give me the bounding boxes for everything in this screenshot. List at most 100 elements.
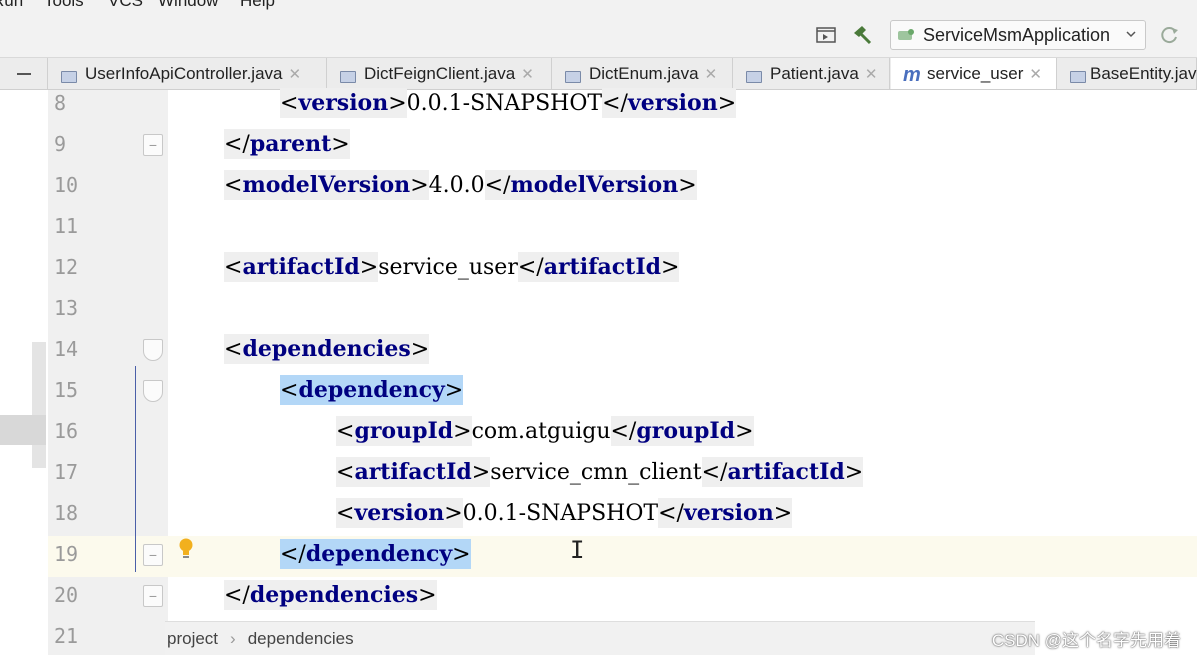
xml-close-tag: </modelVersion> bbox=[484, 170, 697, 200]
xml-tag-name: version bbox=[354, 500, 445, 526]
xml-element: <version>0.0.1-SNAPSHOT</version> bbox=[280, 88, 737, 118]
xml-open-tag: <version> bbox=[336, 498, 463, 528]
xml-close-tag: </dependencies> bbox=[224, 580, 437, 610]
code-line[interactable]: 14 <dependencies> bbox=[48, 331, 1197, 372]
code-line[interactable]: 20 − </dependencies> bbox=[48, 577, 1197, 618]
tool-window-button[interactable] bbox=[0, 415, 46, 445]
line-number: 10 bbox=[54, 173, 79, 197]
xml-tag-name: dependencies bbox=[249, 582, 419, 608]
xml-tag-name: modelVersion bbox=[242, 172, 411, 198]
menu-run[interactable]: Run bbox=[0, 0, 23, 11]
xml-open-tag: <version> bbox=[280, 88, 407, 118]
xml-close-tag: </version> bbox=[658, 498, 793, 528]
xml-tag-name: artifactId bbox=[543, 254, 662, 280]
tab-label: service_user bbox=[927, 64, 1024, 83]
java-class-icon bbox=[1070, 65, 1086, 83]
xml-close-tag: </artifactId> bbox=[517, 252, 680, 282]
lightbulb-icon[interactable] bbox=[177, 537, 195, 561]
xml-tag-name: dependencies bbox=[242, 336, 411, 362]
java-class-icon bbox=[340, 65, 360, 83]
fold-end-icon[interactable]: − bbox=[143, 585, 163, 607]
maven-icon: m bbox=[903, 64, 921, 86]
tab-label: UserInfoApiController.java bbox=[85, 63, 283, 83]
xml-value: service_cmn_client bbox=[490, 460, 702, 485]
line-number: 12 bbox=[54, 255, 79, 279]
code-line[interactable]: 15 <dependency> bbox=[48, 372, 1197, 413]
xml-element: <version>0.0.1-SNAPSHOT</version> bbox=[336, 498, 793, 528]
xml-open-tag: <dependencies> bbox=[224, 334, 430, 364]
close-icon[interactable]: ✕ bbox=[521, 65, 534, 83]
line-number: 19 bbox=[54, 542, 79, 566]
xml-element: <artifactId>service_cmn_client</artifact… bbox=[336, 457, 864, 487]
breadcrumb-separator-icon: › bbox=[230, 628, 236, 648]
xml-element: <artifactId>service_user</artifactId> bbox=[224, 252, 680, 282]
code-line[interactable]: 11 bbox=[48, 208, 1197, 249]
xml-tag-name: dependency bbox=[298, 377, 445, 403]
tab-label: Patient.java bbox=[770, 63, 859, 83]
line-number: 11 bbox=[54, 214, 79, 238]
code-line[interactable]: 10 <modelVersion>4.0.0</modelVersion> bbox=[48, 167, 1197, 208]
code-line[interactable]: 12 <artifactId>service_user</artifactId> bbox=[48, 249, 1197, 290]
close-icon[interactable]: ✕ bbox=[1029, 65, 1042, 83]
chevron-down-icon bbox=[1125, 25, 1137, 46]
line-number: 13 bbox=[54, 296, 79, 320]
run-config-label: ServiceMsmApplication bbox=[923, 24, 1111, 45]
xml-element: <groupId>com.atguigu</groupId> bbox=[336, 416, 754, 446]
minimize-icon[interactable] bbox=[0, 58, 48, 89]
code-line[interactable]: 13 bbox=[48, 290, 1197, 331]
hammer-icon[interactable] bbox=[850, 23, 874, 47]
code-line[interactable]: 19 − </dependency> bbox=[48, 536, 1197, 577]
fold-collapse-icon[interactable] bbox=[143, 380, 163, 402]
menu-tools[interactable]: Tools bbox=[44, 0, 84, 11]
tab-label: DictEnum.java bbox=[589, 63, 699, 83]
xml-value: service_user bbox=[378, 255, 518, 280]
xml-tag-name: artifactId bbox=[354, 459, 472, 485]
breadcrumb-project[interactable]: project bbox=[167, 629, 218, 649]
toolbar: ServiceMsmApplication bbox=[0, 12, 1197, 58]
java-class-icon bbox=[746, 65, 766, 83]
fold-collapse-icon[interactable] bbox=[143, 339, 163, 361]
xml-tag-name: modelVersion bbox=[510, 172, 679, 198]
text-cursor-icon: I bbox=[570, 536, 585, 564]
line-number: 20 bbox=[54, 583, 79, 607]
xml-close-tag: </groupId> bbox=[610, 416, 754, 446]
run-window-icon[interactable] bbox=[814, 23, 838, 47]
run-configuration-select[interactable]: ServiceMsmApplication bbox=[890, 20, 1146, 50]
line-number: 18 bbox=[54, 501, 79, 525]
fold-end-icon[interactable]: − bbox=[143, 544, 163, 566]
xml-open-tag: <modelVersion> bbox=[224, 170, 429, 200]
menu-window[interactable]: Window bbox=[158, 0, 218, 11]
code-line[interactable]: 9 − </parent> bbox=[48, 126, 1197, 167]
java-class-icon bbox=[565, 65, 585, 83]
line-number: 16 bbox=[54, 419, 79, 443]
close-icon[interactable]: ✕ bbox=[705, 65, 718, 83]
breadcrumb-dependencies[interactable]: dependencies bbox=[248, 629, 354, 649]
line-number: 15 bbox=[54, 378, 79, 402]
code-line[interactable]: 8 <version>0.0.1-SNAPSHOT</version> bbox=[48, 85, 1197, 126]
xml-value: 0.0.1-SNAPSHOT bbox=[406, 91, 603, 116]
xml-tag-name: version bbox=[683, 500, 774, 526]
xml-element: <modelVersion>4.0.0</modelVersion> bbox=[224, 170, 697, 200]
close-icon[interactable]: ✕ bbox=[865, 65, 878, 83]
xml-close-tag: </artifactId> bbox=[701, 457, 864, 487]
xml-value: com.atguigu bbox=[471, 419, 611, 444]
vcs-update-icon[interactable] bbox=[1158, 23, 1182, 47]
fold-end-icon[interactable]: − bbox=[143, 134, 163, 156]
xml-tag-name: artifactId bbox=[727, 459, 845, 485]
xml-tag-name: groupId bbox=[636, 418, 736, 444]
menu-vcs[interactable]: VCS bbox=[108, 0, 143, 11]
code-editor[interactable]: 8 <version>0.0.1-SNAPSHOT</version> 9− </pa… bbox=[0, 88, 1197, 655]
xml-open-tag: <artifactId> bbox=[224, 252, 379, 282]
xml-close-tag: </dependency> bbox=[280, 539, 471, 569]
menu-help[interactable]: Help bbox=[240, 0, 275, 11]
code-line[interactable]: 17 <artifactId>service_cmn_client</artifa… bbox=[48, 454, 1197, 495]
tab-label: DictFeignClient.java bbox=[364, 63, 516, 83]
breadcrumb: project › dependencies bbox=[165, 621, 1035, 655]
xml-value: 0.0.1-SNAPSHOT bbox=[462, 501, 659, 526]
code-line[interactable]: 16 <groupId>com.atguigu</groupId> bbox=[48, 413, 1197, 454]
xml-close-tag: </parent> bbox=[224, 129, 350, 159]
close-icon[interactable]: ✕ bbox=[288, 65, 301, 83]
code-line[interactable]: 18 <version>0.0.1-SNAPSHOT</version> bbox=[48, 495, 1197, 536]
indent-guide bbox=[135, 366, 136, 572]
spring-boot-icon bbox=[897, 27, 919, 43]
